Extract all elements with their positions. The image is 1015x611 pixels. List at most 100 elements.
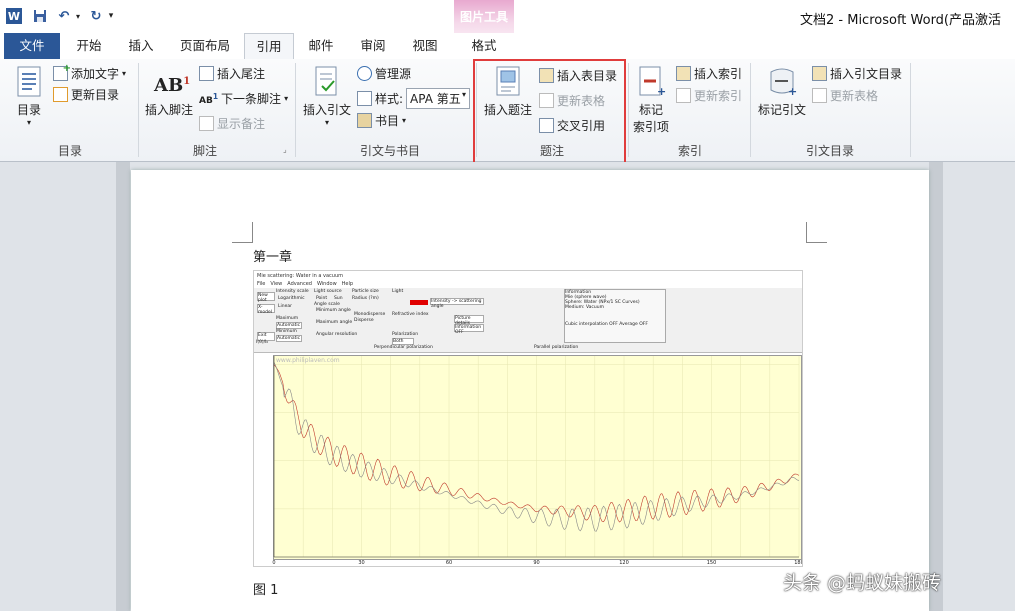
figure-menu: File View Advanced Window Help	[257, 281, 353, 287]
update-index-label: 更新索引	[694, 89, 743, 103]
insert-endnote-label: 插入尾注	[217, 67, 266, 81]
figure-menu-item: Advanced	[287, 281, 312, 287]
figure-polarization: Polarization	[392, 332, 419, 337]
crop-mark	[232, 222, 253, 243]
word-icon[interactable]: W	[6, 8, 22, 24]
figure-linear: Linear	[278, 304, 292, 309]
tab-insert[interactable]: 插入	[118, 33, 164, 59]
citation-style-control: 样式: APA 第五 ▾	[357, 88, 471, 109]
tab-mailings[interactable]: 邮件	[298, 33, 344, 59]
figure-caption[interactable]: 图 1	[253, 579, 278, 598]
group-separator	[750, 63, 751, 157]
mark-entry-button[interactable]: + 标记 索引项	[630, 66, 672, 135]
figure-window-title: Mie scattering: Water in a vacuum	[257, 273, 343, 279]
watermark: 头条 @蚂蚁妹搬砖	[783, 572, 942, 594]
mark-citation-button[interactable]: + 标记引文	[754, 66, 810, 118]
figure-menu-item: View	[270, 281, 283, 287]
chevron-down-icon: ▾	[122, 69, 127, 78]
bibliography-button[interactable]: 书目 ▾	[357, 112, 406, 129]
figure-logarithmic: Logarithmic	[278, 296, 305, 301]
show-notes-label: 显示备注	[217, 117, 266, 131]
group-label-footnotes: 脚注	[192, 144, 217, 158]
figure-red-swatch	[410, 300, 428, 305]
insert-citation-button[interactable]: 插入引文 ▾	[300, 66, 354, 127]
chevron-down-icon: ▾	[402, 116, 407, 125]
page-shadow-right	[929, 162, 943, 611]
x-tick-label: 180	[794, 560, 802, 566]
update-toa-icon	[812, 88, 827, 103]
dialog-launcher-icon[interactable]: ⌟	[283, 145, 287, 154]
tab-home[interactable]: 开始	[66, 33, 112, 59]
crop-mark	[806, 222, 827, 243]
figure-info-line: Medium: Vacuum	[565, 305, 604, 310]
insert-endnote-button[interactable]: 插入尾注	[199, 65, 265, 82]
tab-view[interactable]: 视图	[402, 33, 448, 59]
chevron-down-icon: ▾	[324, 118, 329, 127]
customize-qat-icon[interactable]: ▾	[106, 6, 116, 26]
scattering-chart: 0306090120150180Scattering angle (deg.)	[272, 356, 802, 566]
figure-sun: Sun	[334, 296, 343, 301]
update-toa-label: 更新表格	[830, 89, 879, 103]
add-text-icon: +	[53, 63, 71, 81]
insert-footnote-label: 插入脚注	[144, 103, 193, 117]
embedded-figure[interactable]: Mie scattering: Water in a vacuum File V…	[253, 270, 803, 567]
undo-icon[interactable]: ↶	[54, 6, 74, 26]
save-icon[interactable]	[30, 6, 50, 26]
update-toa-button[interactable]: 更新表格	[812, 87, 878, 104]
tab-references[interactable]: 引用	[244, 33, 294, 60]
figure-refractive: Refractive index	[392, 312, 429, 317]
svg-text:+: +	[657, 85, 666, 98]
tab-file[interactable]: 文件	[4, 33, 60, 59]
chevron-down-icon[interactable]: ▾	[74, 6, 82, 26]
manage-sources-button[interactable]: 管理源	[357, 65, 411, 82]
citation-icon	[312, 66, 342, 98]
figure-information-panel: Information Mie (sphere wave) Sphere: Wa…	[564, 289, 666, 343]
figure-point: Point	[316, 296, 328, 301]
insert-footnote-button[interactable]: AB1 插入脚注	[142, 66, 196, 118]
x-tick-label: 0	[272, 560, 275, 566]
insert-index-button[interactable]: 插入索引	[676, 65, 742, 82]
group-separator	[138, 63, 139, 157]
group-separator	[910, 63, 911, 157]
x-tick-label: 60	[446, 560, 452, 566]
insert-toa-button[interactable]: 插入引文目录	[812, 65, 902, 82]
figure-menu-item: Window	[316, 281, 337, 287]
update-index-button[interactable]: 更新索引	[676, 87, 742, 104]
redo-icon[interactable]: ↻	[86, 6, 106, 26]
add-text-button[interactable]: + 添加文字 ▾	[53, 63, 127, 82]
refresh-icon	[53, 87, 68, 102]
tab-format[interactable]: 格式	[460, 33, 508, 59]
tab-review[interactable]: 审阅	[350, 33, 396, 59]
figure-intensity-scale: Intensity scale	[276, 289, 309, 294]
chapter-heading[interactable]: 第一章	[253, 246, 292, 265]
mark-citation-label: 标记引文	[757, 103, 806, 117]
x-tick-label: 150	[707, 560, 717, 566]
insert-index-label: 插入索引	[694, 67, 743, 81]
tab-page-layout[interactable]: 页面布局	[170, 33, 240, 59]
update-toc-button[interactable]: 更新目录	[53, 86, 119, 103]
next-footnote-label: 下一条脚注	[221, 92, 282, 106]
style-select-value: APA 第五	[410, 92, 461, 106]
figure-monodisperse: Monodisperse	[354, 312, 386, 317]
figure-radius: Radius (?m)	[352, 296, 379, 301]
group-label-toa: 引文目录	[805, 144, 854, 158]
style-select[interactable]: APA 第五 ▾	[406, 88, 471, 109]
figure-menu-item: File	[257, 281, 266, 287]
group-separator	[628, 63, 629, 157]
page-shadow-left	[116, 162, 130, 611]
update-index-icon	[676, 88, 691, 103]
toc-button[interactable]: 目录 ▾	[10, 66, 48, 127]
figure-new-plot: New plot	[257, 292, 275, 303]
figure-picture-details: Picture details	[454, 315, 484, 326]
bibliography-icon	[357, 113, 372, 128]
insert-toa-icon	[812, 66, 827, 81]
figure-info-line: Cubic interpolation OFF Average OFF	[565, 322, 648, 327]
show-notes-button[interactable]: 显示备注	[199, 115, 265, 132]
figure-information-off: Information OFF	[454, 324, 484, 335]
figure-light-source: Light source	[314, 289, 342, 294]
next-footnote-button[interactable]: AB1 下一条脚注 ▾	[199, 90, 288, 107]
group-label-toc: 目录	[57, 144, 82, 158]
window-title: 文档2 - Microsoft Word(产品激活	[800, 13, 1002, 28]
toc-label: 目录	[16, 103, 41, 117]
figure-x-model: X-model	[257, 304, 275, 315]
